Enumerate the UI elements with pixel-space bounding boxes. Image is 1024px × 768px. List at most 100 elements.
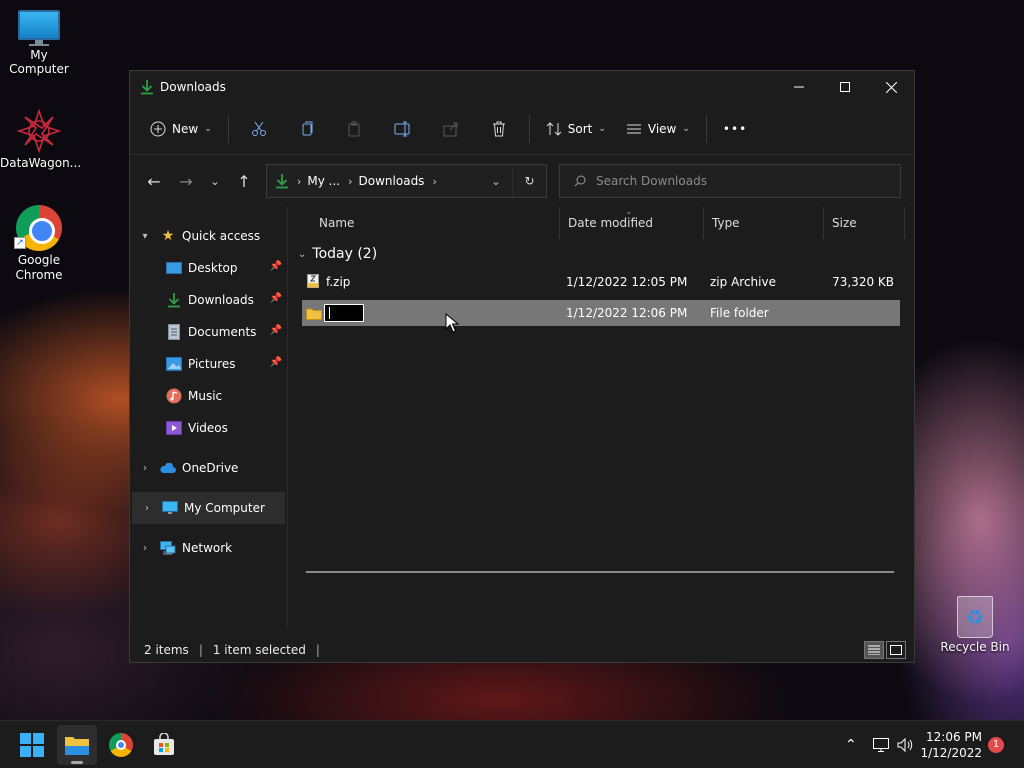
- cloud-icon: [160, 460, 176, 476]
- arrow-right-icon: →: [179, 171, 193, 191]
- breadcrumb-my-computer[interactable]: My ...: [307, 174, 340, 188]
- minimize-button[interactable]: [776, 71, 822, 103]
- title-bar[interactable]: Downloads: [130, 71, 914, 103]
- cut-button[interactable]: [235, 113, 283, 145]
- chevron-up-icon: ⌃: [845, 737, 857, 753]
- file-date: 1/12/2022 12:05 PM: [566, 275, 688, 289]
- nav-my-computer[interactable]: › My Computer: [132, 492, 285, 524]
- chevron-down-icon: ⌄: [204, 123, 212, 134]
- search-box[interactable]: [559, 164, 901, 198]
- chevron-right-icon[interactable]: ›: [130, 543, 160, 554]
- chevron-down-icon: ⌄: [682, 123, 690, 134]
- taskbar-microsoft-store[interactable]: [144, 725, 184, 765]
- column-header-size[interactable]: Size: [823, 207, 905, 239]
- desktop-icon-google-chrome[interactable]: ↗ Google Chrome: [0, 205, 78, 283]
- search-input[interactable]: [596, 174, 886, 188]
- up-button[interactable]: ↑: [228, 165, 260, 197]
- network-status-button[interactable]: [872, 721, 890, 768]
- clock-time: 12:06 PM: [926, 730, 982, 744]
- rename-input[interactable]: [324, 304, 364, 322]
- command-bar: New ⌄ Sort ⌄ View ⌄ •••: [130, 103, 914, 155]
- rename-button[interactable]: [379, 113, 427, 145]
- address-bar[interactable]: › My ... › Downloads › ⌄ ↻: [266, 164, 547, 198]
- file-size: 73,320 KB: [832, 275, 894, 289]
- chevron-right-icon[interactable]: ›: [130, 463, 160, 474]
- tiles-view-button[interactable]: [886, 641, 906, 659]
- new-button[interactable]: New ⌄: [140, 113, 222, 145]
- group-header-today[interactable]: ⌄ Today (2): [288, 239, 914, 269]
- sort-label: Sort: [567, 121, 593, 136]
- close-button[interactable]: [868, 71, 914, 103]
- copy-icon: [302, 121, 313, 135]
- maximize-button[interactable]: [822, 71, 868, 103]
- copy-button[interactable]: [283, 113, 331, 145]
- start-button[interactable]: [12, 725, 52, 765]
- forward-button[interactable]: →: [170, 165, 202, 197]
- horizontal-scrollbar[interactable]: [306, 571, 894, 573]
- taskbar-chrome[interactable]: [101, 725, 141, 765]
- nav-desktop[interactable]: Desktop 📌: [130, 252, 287, 284]
- status-divider: |: [315, 643, 320, 657]
- notification-badge[interactable]: 1: [988, 737, 1004, 753]
- breadcrumb-downloads[interactable]: Downloads: [359, 174, 425, 188]
- nav-onedrive[interactable]: › OneDrive: [130, 452, 287, 484]
- taskbar-file-explorer[interactable]: [57, 725, 97, 765]
- chevron-right-icon[interactable]: ›: [132, 503, 162, 514]
- refresh-button[interactable]: ↻: [512, 165, 546, 197]
- volume-button[interactable]: [897, 721, 915, 768]
- star-icon: ★: [161, 228, 175, 244]
- nav-downloads[interactable]: Downloads 📌: [130, 284, 287, 316]
- share-button[interactable]: [427, 113, 475, 145]
- file-row[interactable]: f.zip 1/12/2022 12:05 PM zip Archive 73,…: [302, 269, 900, 295]
- nav-label: Music: [188, 389, 223, 403]
- status-divider: |: [198, 643, 203, 657]
- file-date: 1/12/2022 12:06 PM: [566, 306, 688, 320]
- desktop-icon-label: DataWagon...: [0, 156, 82, 170]
- network-status-icon: [873, 738, 889, 752]
- folder-icon: [306, 308, 322, 320]
- details-view-icon: [868, 645, 880, 655]
- scissors-icon: [251, 121, 266, 136]
- details-view-button[interactable]: [864, 641, 884, 659]
- chrome-icon: [109, 733, 133, 757]
- column-header-date[interactable]: Date modified: [559, 207, 705, 239]
- nav-network[interactable]: › Network: [130, 532, 287, 564]
- close-icon: [885, 81, 897, 93]
- nav-videos[interactable]: Videos: [130, 412, 287, 444]
- nav-documents[interactable]: Documents 📌: [130, 316, 287, 348]
- paste-button[interactable]: [331, 113, 379, 145]
- desktop-folder-icon: [166, 260, 182, 276]
- nav-label: OneDrive: [182, 461, 239, 475]
- address-history-dropdown[interactable]: ⌄: [480, 175, 512, 188]
- chevron-down-icon[interactable]: ▾: [130, 231, 160, 242]
- music-icon: [166, 388, 182, 404]
- more-options-button[interactable]: •••: [713, 113, 757, 145]
- recent-locations-button[interactable]: ⌄: [202, 165, 228, 197]
- view-list-icon: [626, 124, 641, 133]
- column-header-name[interactable]: Name: [311, 207, 561, 239]
- sort-button[interactable]: Sort ⌄: [536, 113, 616, 145]
- back-button[interactable]: ←: [138, 165, 170, 197]
- recycle-bin-icon: [957, 596, 993, 638]
- refresh-icon: ↻: [524, 174, 535, 188]
- desktop-icon-recycle-bin[interactable]: Recycle Bin: [940, 596, 1010, 654]
- pin-icon: 📌: [269, 293, 282, 304]
- toolbar-divider: [528, 114, 530, 143]
- delete-button[interactable]: [475, 113, 523, 145]
- file-name: f.zip: [326, 275, 351, 289]
- view-button[interactable]: View ⌄: [616, 113, 700, 145]
- column-header-type[interactable]: Type: [703, 207, 825, 239]
- breadcrumb-separator-icon: ›: [348, 174, 353, 188]
- nav-music[interactable]: Music: [130, 380, 287, 412]
- show-hidden-icons-button[interactable]: ⌃: [845, 721, 857, 768]
- monitor-icon: [18, 10, 60, 46]
- share-icon: [443, 122, 458, 136]
- desktop-icon-datawagon[interactable]: DataWagon...: [0, 108, 82, 170]
- nav-label: Pictures: [188, 357, 236, 371]
- pictures-icon: [166, 356, 182, 372]
- desktop-icon-my-computer[interactable]: My Computer: [0, 10, 78, 76]
- nav-quick-access[interactable]: ▾ ★ Quick access: [130, 220, 287, 252]
- clock[interactable]: 12:06 PM 1/12/2022: [920, 729, 982, 761]
- file-row-selected[interactable]: 1/12/2022 12:06 PM File folder: [302, 300, 900, 326]
- nav-pictures[interactable]: Pictures 📌: [130, 348, 287, 380]
